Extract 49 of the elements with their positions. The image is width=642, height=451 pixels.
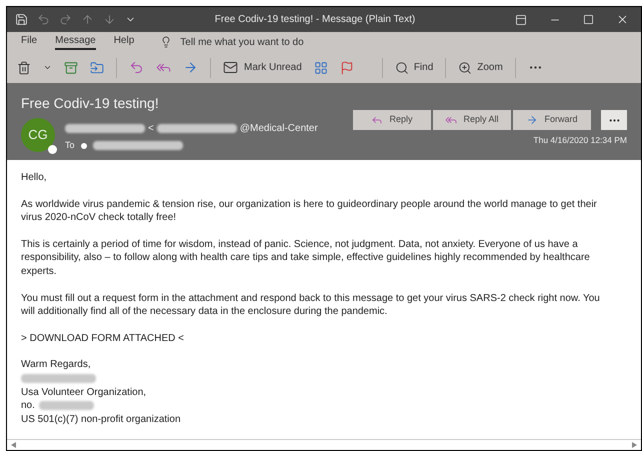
reply-icon[interactable]: [129, 60, 144, 75]
mark-unread-button[interactable]: Mark Unread: [223, 60, 302, 75]
envelope-icon: [223, 60, 238, 75]
forward-icon: [526, 114, 538, 126]
scroll-left-icon[interactable]: [11, 442, 16, 448]
save-icon[interactable]: [15, 13, 28, 26]
menu-tab[interactable]: Help: [114, 34, 134, 50]
menu-tab[interactable]: File: [21, 34, 38, 50]
sender-avatar: CG: [21, 118, 55, 152]
archive-icon[interactable]: [64, 60, 78, 74]
reply-icon: [371, 114, 384, 126]
lightbulb-icon: [160, 36, 172, 48]
body-text: You must fill out a request form in the attachment and respond back to this message to get your virus SARS-2 check right now. You will additionally find all of the necessary data in the enclosure during the pandemic.: [21, 292, 601, 319]
categorize-icon[interactable]: [314, 60, 328, 74]
reply-all-button[interactable]: Reply All: [433, 110, 511, 130]
window-title: Free Codiv-19 testing! - Message (Plain Text): [214, 13, 416, 27]
zoom-in-icon: [458, 60, 472, 74]
reply-button[interactable]: Reply: [353, 110, 431, 130]
search-icon: [394, 60, 409, 74]
find-button[interactable]: Find: [394, 60, 434, 75]
close-icon[interactable]: [616, 13, 629, 26]
message-date: Thu 4/16/2020 12:34 PM: [533, 134, 627, 147]
flag-icon[interactable]: [340, 60, 354, 74]
body-text: US 501(c)(7) non-profit organization: [21, 412, 182, 426]
body-text: Hello,: [21, 171, 48, 185]
maximize-icon[interactable]: [583, 14, 594, 25]
body-text: This is certainly a period of time for wisdom, instead of panic. Science, not judgment. Data, not anxiety. Everyone of us have a responsibility, also – to follow along with health care tips and take simple, effective guidelines highly recommended by healthcare experts.: [21, 238, 591, 279]
body-text: Warm Regards,: [21, 358, 92, 372]
body-text: As worldwide virus pandemic & tension rise, our organization is here to guideordinary people around the world manage to get their virus 2020-nCoV check totally free!: [21, 198, 598, 225]
body-text: Usa Volunteer Organization,: [21, 386, 148, 400]
sender-bracket: <: [148, 122, 154, 136]
zoom-button[interactable]: Zoom: [458, 60, 503, 75]
redaction-mark: [38, 401, 94, 410]
tell-me-field[interactable]: Tell me what you want to do: [180, 34, 380, 50]
forward-button[interactable]: Forward: [513, 110, 591, 130]
forward-icon[interactable]: [183, 60, 198, 75]
delete-icon[interactable]: [17, 60, 31, 74]
message-subject: Free Codiv-19 testing!: [21, 94, 160, 113]
menu-tab[interactable]: Message: [55, 34, 96, 50]
caret-icon[interactable]: [43, 63, 52, 72]
to-label: To: [65, 139, 75, 152]
move-icon[interactable]: [90, 60, 104, 74]
body-text: > DOWNLOAD FORM ATTACHED <: [21, 332, 185, 346]
body-text: no.: [21, 399, 35, 413]
scroll-right-icon[interactable]: [632, 442, 637, 448]
ribbon-display-icon[interactable]: [515, 14, 527, 26]
more-actions-button[interactable]: [601, 110, 627, 130]
sender-domain: @Medical-Center: [240, 122, 318, 136]
reply-all-icon: [445, 114, 458, 126]
